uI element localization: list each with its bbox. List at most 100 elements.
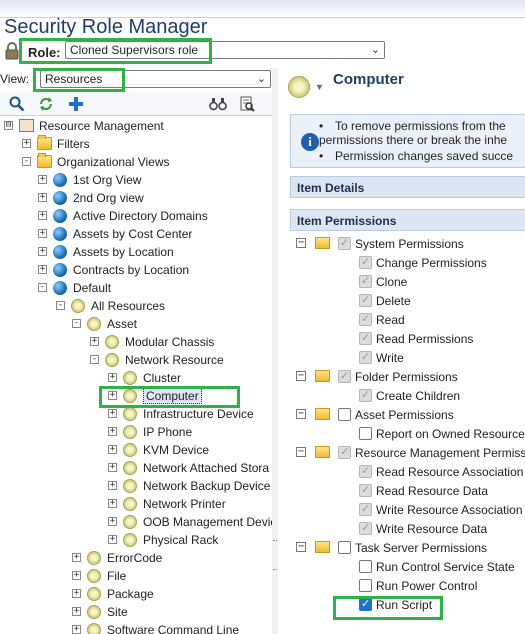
expand-icon[interactable]: + <box>38 265 47 274</box>
collapse-icon[interactable]: − <box>296 542 306 552</box>
tree-node[interactable]: + Cluster <box>108 370 272 388</box>
expand-icon[interactable]: + <box>108 535 117 544</box>
tree-node[interactable]: + KVM Device <box>108 442 272 460</box>
tree-node[interactable]: - Asset <box>72 316 272 334</box>
search-icon[interactable] <box>8 95 26 113</box>
tree-node[interactable]: + Network Printer <box>108 496 272 514</box>
tree-node[interactable]: + Physical Rack <box>108 532 272 550</box>
expand-icon[interactable]: + <box>108 427 117 436</box>
tree-node[interactable]: - Network Resource <box>90 352 272 370</box>
splitter-grip[interactable] <box>273 540 277 570</box>
permission-group[interactable]: − Resource Management Permiss <box>296 445 525 464</box>
role-select[interactable]: Cloned Supervisors role ⌄ <box>65 41 385 59</box>
permission-group[interactable]: − System Permissions <box>296 236 525 255</box>
expand-icon[interactable]: + <box>38 247 47 256</box>
binoculars-icon[interactable] <box>209 95 227 113</box>
permission-item[interactable]: Write Resource Data <box>296 521 525 540</box>
tree-node[interactable]: +2nd Org view <box>38 190 272 208</box>
expand-icon[interactable]: + <box>22 139 31 148</box>
expand-icon[interactable]: + <box>108 373 117 382</box>
permission-item[interactable]: Write <box>296 350 525 369</box>
tree-node[interactable]: + File <box>72 568 272 586</box>
expand-icon[interactable]: + <box>108 391 117 400</box>
permission-item[interactable]: Read <box>296 312 525 331</box>
permission-item[interactable]: Change Permissions <box>296 255 525 274</box>
collapse-icon[interactable]: ⊟ <box>4 121 13 130</box>
expand-icon[interactable]: + <box>108 499 117 508</box>
permission-group[interactable]: − Task Server Permissions <box>296 540 525 559</box>
permission-item[interactable]: Create Children <box>296 388 525 407</box>
permission-checkbox[interactable] <box>359 560 372 573</box>
permission-item[interactable]: Run Power Control <box>296 578 525 597</box>
permission-item[interactable]: Read Permissions <box>296 331 525 350</box>
permission-item[interactable]: Report on Owned Resource <box>296 426 525 445</box>
expand-icon[interactable]: + <box>72 625 81 634</box>
permission-checkbox[interactable] <box>338 541 351 554</box>
collapse-icon[interactable]: − <box>296 409 306 419</box>
tree-node[interactable]: + Site <box>72 604 272 622</box>
expand-icon[interactable]: + <box>38 211 47 220</box>
permission-group[interactable]: − Asset Permissions <box>296 407 525 426</box>
tree-node[interactable]: + IP Phone <box>108 424 272 442</box>
permission-item[interactable]: Run Control Service State <box>296 559 525 578</box>
permission-item[interactable]: Run Script <box>296 597 525 616</box>
collapse-icon[interactable]: − <box>296 447 306 457</box>
tree-node[interactable]: - Default <box>38 280 272 298</box>
permission-item[interactable]: Read Resource Data <box>296 483 525 502</box>
expand-icon[interactable]: + <box>72 553 81 562</box>
expand-icon[interactable]: + <box>72 607 81 616</box>
resource-ring-icon[interactable] <box>288 76 310 98</box>
item-permissions-header[interactable]: Item Permissions <box>290 209 525 231</box>
tree-node[interactable]: + Network Attached Stora <box>108 460 272 478</box>
tree-node[interactable]: - All Resources <box>56 298 272 316</box>
tree-node[interactable]: + Package <box>72 586 272 604</box>
chevron-down-icon[interactable]: ▼ <box>315 82 324 92</box>
expand-icon[interactable]: + <box>38 229 47 238</box>
collapse-icon[interactable]: - <box>22 157 31 166</box>
expand-icon[interactable]: + <box>38 175 47 184</box>
tree-node[interactable]: - Organizational Views <box>22 153 272 172</box>
tree-node[interactable]: + Software Command Line <box>72 622 272 634</box>
tree-node[interactable]: + OOB Management Devic <box>108 514 276 532</box>
collapse-icon[interactable]: − <box>296 371 306 381</box>
tree-node[interactable]: + Assets by Cost Center <box>38 226 272 244</box>
collapse-icon[interactable]: − <box>296 238 306 248</box>
item-details-header[interactable]: Item Details <box>290 176 525 198</box>
tree-node[interactable]: + Filters <box>22 135 272 154</box>
tree-node[interactable]: ⊟ Resource Management <box>4 118 272 136</box>
view-select[interactable]: Resources ⌄ <box>40 70 271 88</box>
expand-icon[interactable]: + <box>108 445 117 454</box>
permission-checkbox[interactable] <box>338 408 351 421</box>
tree-node[interactable]: + Infrastructure Device <box>108 406 272 424</box>
permission-item[interactable]: Clone <box>296 274 525 293</box>
tree-node[interactable]: + Assets by Location <box>38 244 272 262</box>
tree-node[interactable]: + Contracts by Location <box>38 262 272 280</box>
tree-node[interactable]: + Computer <box>108 388 272 406</box>
permission-item[interactable]: Read Resource Association <box>296 464 525 483</box>
expand-icon[interactable]: + <box>108 463 117 472</box>
tree-node[interactable]: + Active Directory Domains <box>38 208 272 226</box>
expand-icon[interactable]: + <box>72 571 81 580</box>
tree-node[interactable]: + Modular Chassis <box>90 334 272 352</box>
add-icon[interactable] <box>67 95 85 113</box>
expand-icon[interactable]: + <box>38 193 47 202</box>
tree-node[interactable]: + ErrorCode <box>72 550 272 568</box>
collapse-icon[interactable]: - <box>90 355 99 364</box>
permission-item[interactable]: Write Resource Association <box>296 502 525 521</box>
permission-checkbox[interactable] <box>359 579 372 592</box>
expand-icon[interactable]: + <box>108 409 117 418</box>
collapse-icon[interactable]: - <box>38 283 47 292</box>
tree-node[interactable]: +1st Org View <box>38 172 272 190</box>
refresh-icon[interactable] <box>37 95 55 113</box>
find-report-icon[interactable] <box>238 95 256 113</box>
expand-icon[interactable]: + <box>108 517 117 526</box>
expand-icon[interactable]: + <box>72 589 81 598</box>
expand-icon[interactable]: + <box>90 337 99 346</box>
tree-node[interactable]: + Network Backup Device <box>108 478 272 496</box>
permission-group[interactable]: − Folder Permissions <box>296 369 525 388</box>
expand-icon[interactable]: + <box>108 481 117 490</box>
permission-checkbox[interactable] <box>359 427 372 440</box>
collapse-icon[interactable]: - <box>56 301 65 310</box>
collapse-icon[interactable]: - <box>72 319 81 328</box>
permission-item[interactable]: Delete <box>296 293 525 312</box>
